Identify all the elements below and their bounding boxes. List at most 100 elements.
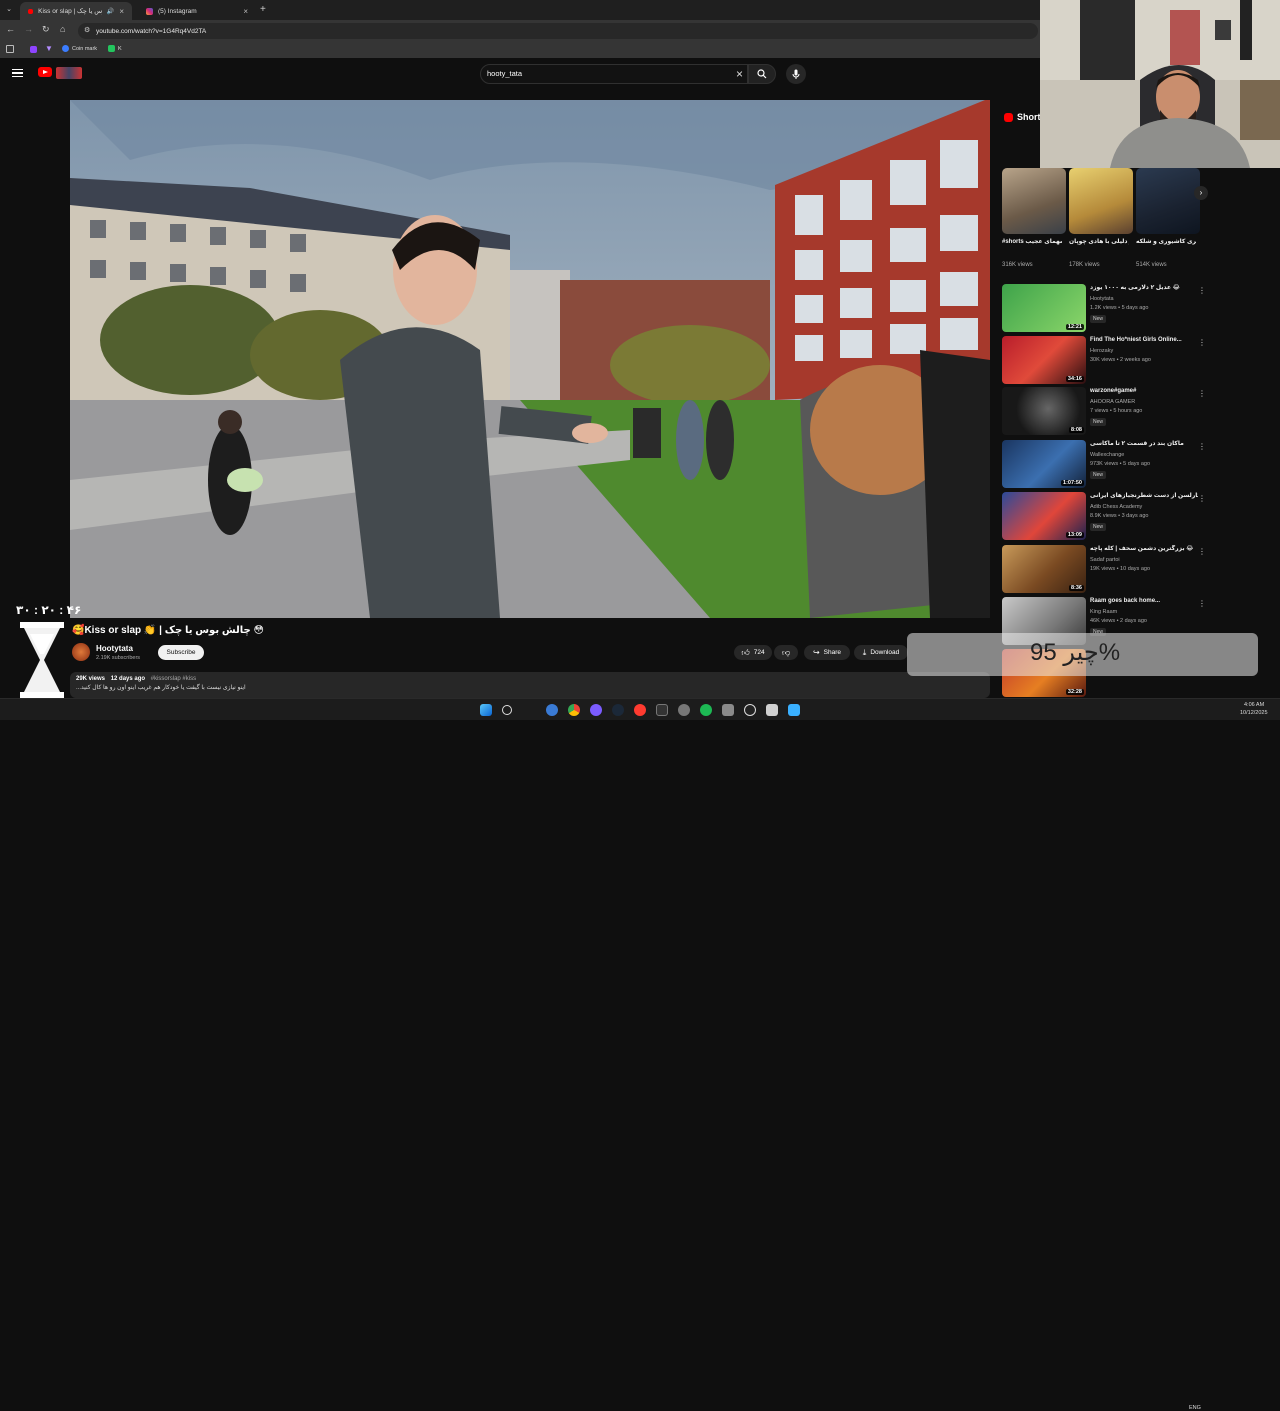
back-icon[interactable]: ← xyxy=(6,24,15,34)
app-icon[interactable] xyxy=(590,704,602,716)
video-thumbnail[interactable]: 8:08 xyxy=(1002,387,1086,435)
more-options-icon[interactable]: ⋮ xyxy=(1198,494,1206,503)
steam-icon[interactable] xyxy=(612,704,624,716)
new-tab-icon[interactable]: + xyxy=(260,4,266,15)
shorts-next-icon[interactable]: › xyxy=(1194,186,1208,200)
tab-instagram[interactable]: (5) Instagram × xyxy=(138,2,256,20)
video-title[interactable]: عدیل ۲ دلارمی به ۱۰۰۰ یوزد 😂 xyxy=(1090,284,1198,292)
video-thumbnail[interactable]: 8:36 xyxy=(1002,545,1086,593)
tab-list-icon[interactable]: ⌄ xyxy=(4,5,14,15)
spotify-icon[interactable] xyxy=(700,704,712,716)
more-options-icon[interactable]: ⋮ xyxy=(1198,442,1206,451)
video-thumbnail[interactable]: 1:07:50 xyxy=(1002,440,1086,488)
youtube-logo[interactable] xyxy=(38,67,52,77)
search-button[interactable] xyxy=(748,64,776,84)
share-button[interactable]: ↪ Share xyxy=(804,645,850,660)
apps-icon[interactable] xyxy=(6,45,14,53)
obs-icon[interactable] xyxy=(744,704,756,716)
youtube-doodle-logo[interactable] xyxy=(56,67,82,79)
channel-name[interactable]: Sadaf partoi xyxy=(1090,557,1120,563)
language-indicator[interactable]: ENG xyxy=(1189,1405,1201,1411)
description-box[interactable]: 29K views 12 days ago #kissorslap #kiss … xyxy=(70,672,990,698)
video-title[interactable]: بزرگترین دشمن سحف | کله پاچه 😂 xyxy=(1090,545,1198,553)
video-title[interactable]: مگنوس کارلسن از دست شطرنجبازهای ایرانی xyxy=(1090,492,1198,500)
hamburger-menu-icon[interactable] xyxy=(12,69,23,77)
audio-icon[interactable]: 🔊 xyxy=(107,8,114,15)
video-title[interactable]: Raam goes back home... xyxy=(1090,597,1198,605)
more-options-icon[interactable]: ⋮ xyxy=(1198,547,1206,556)
subscribe-button[interactable]: Subscribe xyxy=(158,645,204,660)
tab-title: (5) Instagram xyxy=(158,7,197,15)
like-button[interactable]: 👍︎ 724 xyxy=(734,645,772,660)
view-count: 29K views xyxy=(76,676,106,682)
list-item[interactable]: 13:09 مگنوس کارلسن از دست شطرنجبازهای ای… xyxy=(1002,492,1222,542)
search-icon[interactable] xyxy=(502,705,512,715)
webcam-overlay xyxy=(1040,0,1280,168)
voice-search-button[interactable] xyxy=(786,64,806,84)
bookmark-filter-icon[interactable]: ▼ xyxy=(45,44,53,53)
chrome-icon[interactable] xyxy=(568,704,580,716)
more-options-icon[interactable]: ⋮ xyxy=(1198,599,1206,608)
video-meta: 8.9K views • 3 days ago xyxy=(1090,513,1149,519)
dislike-button[interactable]: 👎︎ xyxy=(774,645,798,660)
hashtags[interactable]: #kissorslap #kiss xyxy=(151,676,196,682)
channel-name[interactable]: Hootytata xyxy=(1090,296,1114,302)
download-button[interactable]: ⤓ Download xyxy=(854,645,908,660)
video-player[interactable] xyxy=(70,100,990,618)
more-options-icon[interactable]: ⋮ xyxy=(1198,338,1206,347)
clear-search-icon[interactable]: × xyxy=(736,65,743,83)
list-item[interactable]: 8:08 warzone#game# AHOORA GAMER 7 views … xyxy=(1002,387,1222,437)
search-input[interactable]: hooty_tata × xyxy=(480,64,748,84)
short-title[interactable]: درگیری کاشیوری و شلکه ❌😱 xyxy=(1136,238,1196,246)
home-icon[interactable]: ⌂ xyxy=(60,24,65,34)
reload-icon[interactable]: ↻ xyxy=(42,24,50,35)
settings-icon[interactable] xyxy=(678,704,690,716)
terminal-icon[interactable] xyxy=(656,704,668,716)
app-icon[interactable] xyxy=(546,704,558,716)
channel-name[interactable]: Herozaky xyxy=(1090,348,1113,354)
short-thumbnail[interactable] xyxy=(1069,168,1133,234)
list-item[interactable]: 12:21 عدیل ۲ دلارمی به ۱۰۰۰ یوزد 😂 Hooty… xyxy=(1002,284,1222,334)
bookmark-coin-mark[interactable]: Coin mark xyxy=(62,45,97,52)
clock-time[interactable]: 4:06 AM xyxy=(1244,702,1264,708)
video-title[interactable]: Find The Ho*niest Girls Online... xyxy=(1090,336,1198,344)
channel-name[interactable]: Wallexchange xyxy=(1090,452,1124,458)
video-thumbnail[interactable]: 34:16 xyxy=(1002,336,1086,384)
video-meta: 973K views • 5 days ago xyxy=(1090,461,1151,467)
list-item[interactable]: 8:36 بزرگترین دشمن سحف | کله پاچه 😂 Sada… xyxy=(1002,545,1222,595)
channel-name[interactable]: AHOORA GAMER xyxy=(1090,399,1135,405)
video-thumbnail[interactable]: 12:21 xyxy=(1002,284,1086,332)
channel-name[interactable]: Adib Chess Academy xyxy=(1090,504,1142,510)
app-icon[interactable] xyxy=(788,704,800,716)
short-thumbnail[interactable] xyxy=(1136,168,1200,234)
channel-avatar[interactable] xyxy=(72,643,90,661)
video-meta: 1.2K views • 5 days ago xyxy=(1090,305,1149,311)
more-options-icon[interactable]: ⋮ xyxy=(1198,286,1206,295)
start-icon[interactable] xyxy=(480,704,492,716)
site-info-icon[interactable]: ⚙ xyxy=(84,26,90,34)
video-title[interactable]: ماکان بند در قسمت ۲ تا ماکاسی xyxy=(1090,440,1198,448)
bookmark-purple-icon[interactable] xyxy=(30,46,37,53)
bookmark-k[interactable]: K xyxy=(108,45,122,52)
short-title[interactable]: #shorts ملکر کرشهمای عجیب xyxy=(1002,238,1062,246)
close-tab-icon[interactable]: × xyxy=(243,7,248,16)
more-options-icon[interactable]: ⋮ xyxy=(1198,389,1206,398)
short-title[interactable]: بیزینر دلیلی با هادی چوپان xyxy=(1069,238,1129,246)
app-icon[interactable] xyxy=(722,704,734,716)
video-thumbnail[interactable]: 13:09 xyxy=(1002,492,1086,540)
app-icon[interactable] xyxy=(634,704,646,716)
app-icon[interactable] xyxy=(766,704,778,716)
new-badge: New xyxy=(1090,471,1107,479)
list-item[interactable]: 34:16 Find The Ho*niest Girls Online... … xyxy=(1002,336,1222,386)
short-thumbnail[interactable] xyxy=(1002,168,1066,234)
tab-youtube[interactable]: Kiss or slap | چالش بوس یا چک 🔊 × xyxy=(20,2,132,20)
list-item[interactable]: 1:07:50 ماکان بند در قسمت ۲ تا ماکاسی Wa… xyxy=(1002,440,1222,490)
download-icon: ⤓ xyxy=(862,647,867,657)
channel-name[interactable]: King Raam xyxy=(1090,609,1117,615)
address-bar[interactable]: ⚙ youtube.com/watch?v=1G4Rq4Vd2TA xyxy=(78,23,1038,39)
clock-date[interactable]: 10/12/2025 xyxy=(1240,710,1268,716)
forward-icon[interactable]: → xyxy=(24,24,33,34)
close-tab-icon[interactable]: × xyxy=(119,7,124,16)
video-title[interactable]: warzone#game# xyxy=(1090,387,1198,395)
channel-name[interactable]: Hootytata xyxy=(96,644,133,653)
